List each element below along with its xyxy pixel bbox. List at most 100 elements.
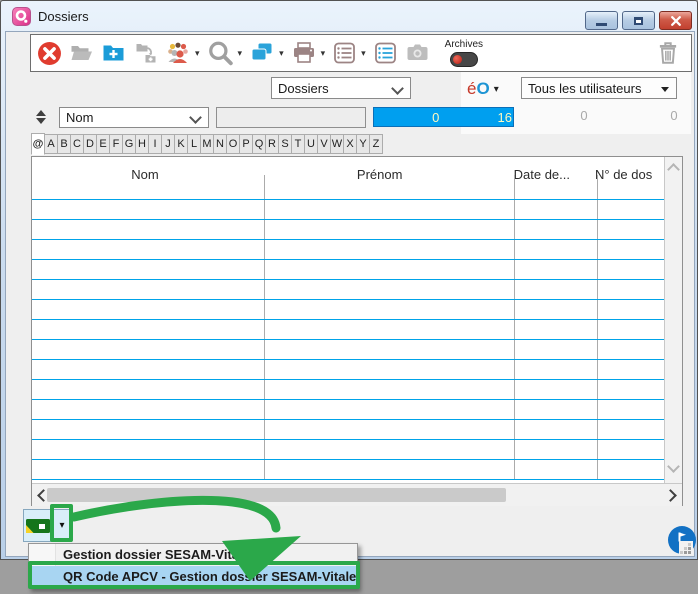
print-button[interactable]: [291, 41, 317, 65]
trash-button[interactable]: [655, 40, 681, 66]
users-select[interactable]: Tous les utilisateurs: [521, 77, 677, 99]
open-dossier-button[interactable]: [69, 41, 94, 65]
search-input[interactable]: [216, 107, 366, 128]
delete-dossier-button[interactable]: [37, 41, 62, 66]
window-title: Dossiers: [38, 9, 89, 24]
alphabet-tab-Z[interactable]: Z: [369, 134, 383, 154]
scroll-right-icon[interactable]: [664, 489, 677, 502]
table-row: [32, 220, 664, 240]
alphabet-tab-A[interactable]: A: [44, 134, 58, 154]
duplicate-button[interactable]: [249, 41, 275, 65]
table-header: NomPrénomDate de...N° de dos: [32, 157, 665, 199]
sort-order-button[interactable]: [33, 108, 49, 126]
new-dossier-button[interactable]: [101, 41, 126, 65]
move-dossier-button[interactable]: [133, 41, 158, 65]
alphabet-tab-R[interactable]: R: [265, 134, 279, 154]
close-button[interactable]: [659, 11, 692, 30]
column-header-1[interactable]: Nom: [32, 157, 258, 199]
table-row: [32, 380, 664, 400]
selection-start-value: 0: [374, 110, 498, 125]
table-row: [32, 340, 664, 360]
archives-toggle[interactable]: [450, 52, 478, 67]
eo-logo-o: O: [476, 79, 489, 98]
alphabet-tab-I[interactable]: I: [148, 134, 162, 154]
table-row: [32, 440, 664, 460]
alphabet-tab-B[interactable]: B: [57, 134, 71, 154]
alphabet-tab-@[interactable]: @: [31, 133, 45, 155]
users-select-value: Tous les utilisateurs: [528, 81, 641, 96]
field-select-value: Nom: [66, 110, 93, 125]
alphabet-tab-P[interactable]: P: [239, 134, 253, 154]
contacts-dropdown-icon[interactable]: ▾: [195, 48, 200, 59]
dossiers-table: NomPrénomDate de...N° de dos: [31, 156, 683, 506]
column-header-2[interactable]: Prénom: [258, 157, 501, 199]
scrollbar-thumb[interactable]: [47, 488, 506, 502]
sort-down-icon: [36, 118, 46, 124]
alphabet-tab-K[interactable]: K: [174, 134, 188, 154]
alphabet-tab-H[interactable]: H: [135, 134, 149, 154]
photo-button[interactable]: [405, 41, 430, 65]
archives-group: Archives: [445, 39, 483, 67]
eo-menu-button[interactable]: éO ▾: [467, 77, 499, 101]
alphabet-tab-X[interactable]: X: [343, 134, 357, 154]
scroll-up-icon[interactable]: [667, 163, 680, 176]
sort-up-icon: [36, 110, 46, 116]
alphabet-tab-Y[interactable]: Y: [356, 134, 370, 154]
print-dropdown-icon[interactable]: ▾: [321, 48, 326, 59]
contacts-icon: [165, 41, 191, 65]
alphabet-tab-O[interactable]: O: [226, 134, 240, 154]
close-icon: [670, 16, 682, 26]
alphabet-tab-C[interactable]: C: [70, 134, 84, 154]
alphabet-tab-E[interactable]: E: [96, 134, 110, 154]
selection-counter: 0 16: [373, 107, 514, 127]
list-view-button[interactable]: [332, 41, 357, 65]
minimize-icon: [596, 23, 607, 26]
contacts-button[interactable]: [165, 41, 191, 65]
alphabet-tab-W[interactable]: W: [330, 134, 344, 154]
table-row: [32, 300, 664, 320]
alphabet-tab-Q[interactable]: Q: [252, 134, 266, 154]
table-row: [32, 360, 664, 380]
list-view-icon: [332, 41, 357, 65]
scroll-down-icon[interactable]: [667, 460, 680, 473]
vertical-scrollbar[interactable]: [664, 157, 682, 483]
duplicate-icon: [249, 41, 275, 65]
alphabet-tab-U[interactable]: U: [304, 134, 318, 154]
field-select[interactable]: Nom: [59, 107, 209, 128]
column-header-4[interactable]: N° de dos: [582, 157, 665, 199]
maximize-button[interactable]: [622, 11, 655, 30]
alphabet-tab-L[interactable]: L: [187, 134, 201, 154]
search-button[interactable]: [207, 40, 234, 66]
chevron-down-icon: [189, 111, 202, 124]
tertiary-counter: 0: [649, 108, 698, 123]
list-view-dropdown-icon[interactable]: ▾: [361, 48, 366, 59]
vitale-card-button[interactable]: [23, 509, 53, 542]
detail-view-button[interactable]: [373, 41, 398, 65]
new-folder-icon: [101, 41, 126, 65]
search-dropdown-icon[interactable]: ▾: [238, 48, 243, 59]
print-icon: [291, 41, 317, 65]
alphabet-tab-V[interactable]: V: [317, 134, 331, 154]
app-window: Dossiers: [0, 0, 698, 560]
duplicate-dropdown-icon[interactable]: ▾: [279, 48, 284, 59]
app-icon: [12, 7, 31, 26]
table-row: [32, 260, 664, 280]
scope-select[interactable]: Dossiers: [271, 77, 411, 99]
table-row: [32, 420, 664, 440]
alphabet-tab-T[interactable]: T: [291, 134, 305, 154]
alphabet-tab-S[interactable]: S: [278, 134, 292, 154]
horizontal-scrollbar[interactable]: [32, 483, 682, 506]
alphabet-tab-N[interactable]: N: [213, 134, 227, 154]
alphabet-tab-F[interactable]: F: [109, 134, 123, 154]
secondary-counter: 0: [559, 108, 609, 123]
alphabet-tab-G[interactable]: G: [122, 134, 136, 154]
resize-grip-dots: [688, 551, 691, 554]
alphabet-tab-J[interactable]: J: [161, 134, 175, 154]
alphabet-tab-D[interactable]: D: [83, 134, 97, 154]
alphabet-tab-M[interactable]: M: [200, 134, 214, 154]
table-row: [32, 400, 664, 420]
move-folder-icon: [133, 41, 158, 65]
table-row: [32, 320, 664, 340]
minimize-button[interactable]: [585, 11, 618, 30]
eo-dropdown-icon: ▾: [494, 84, 499, 95]
